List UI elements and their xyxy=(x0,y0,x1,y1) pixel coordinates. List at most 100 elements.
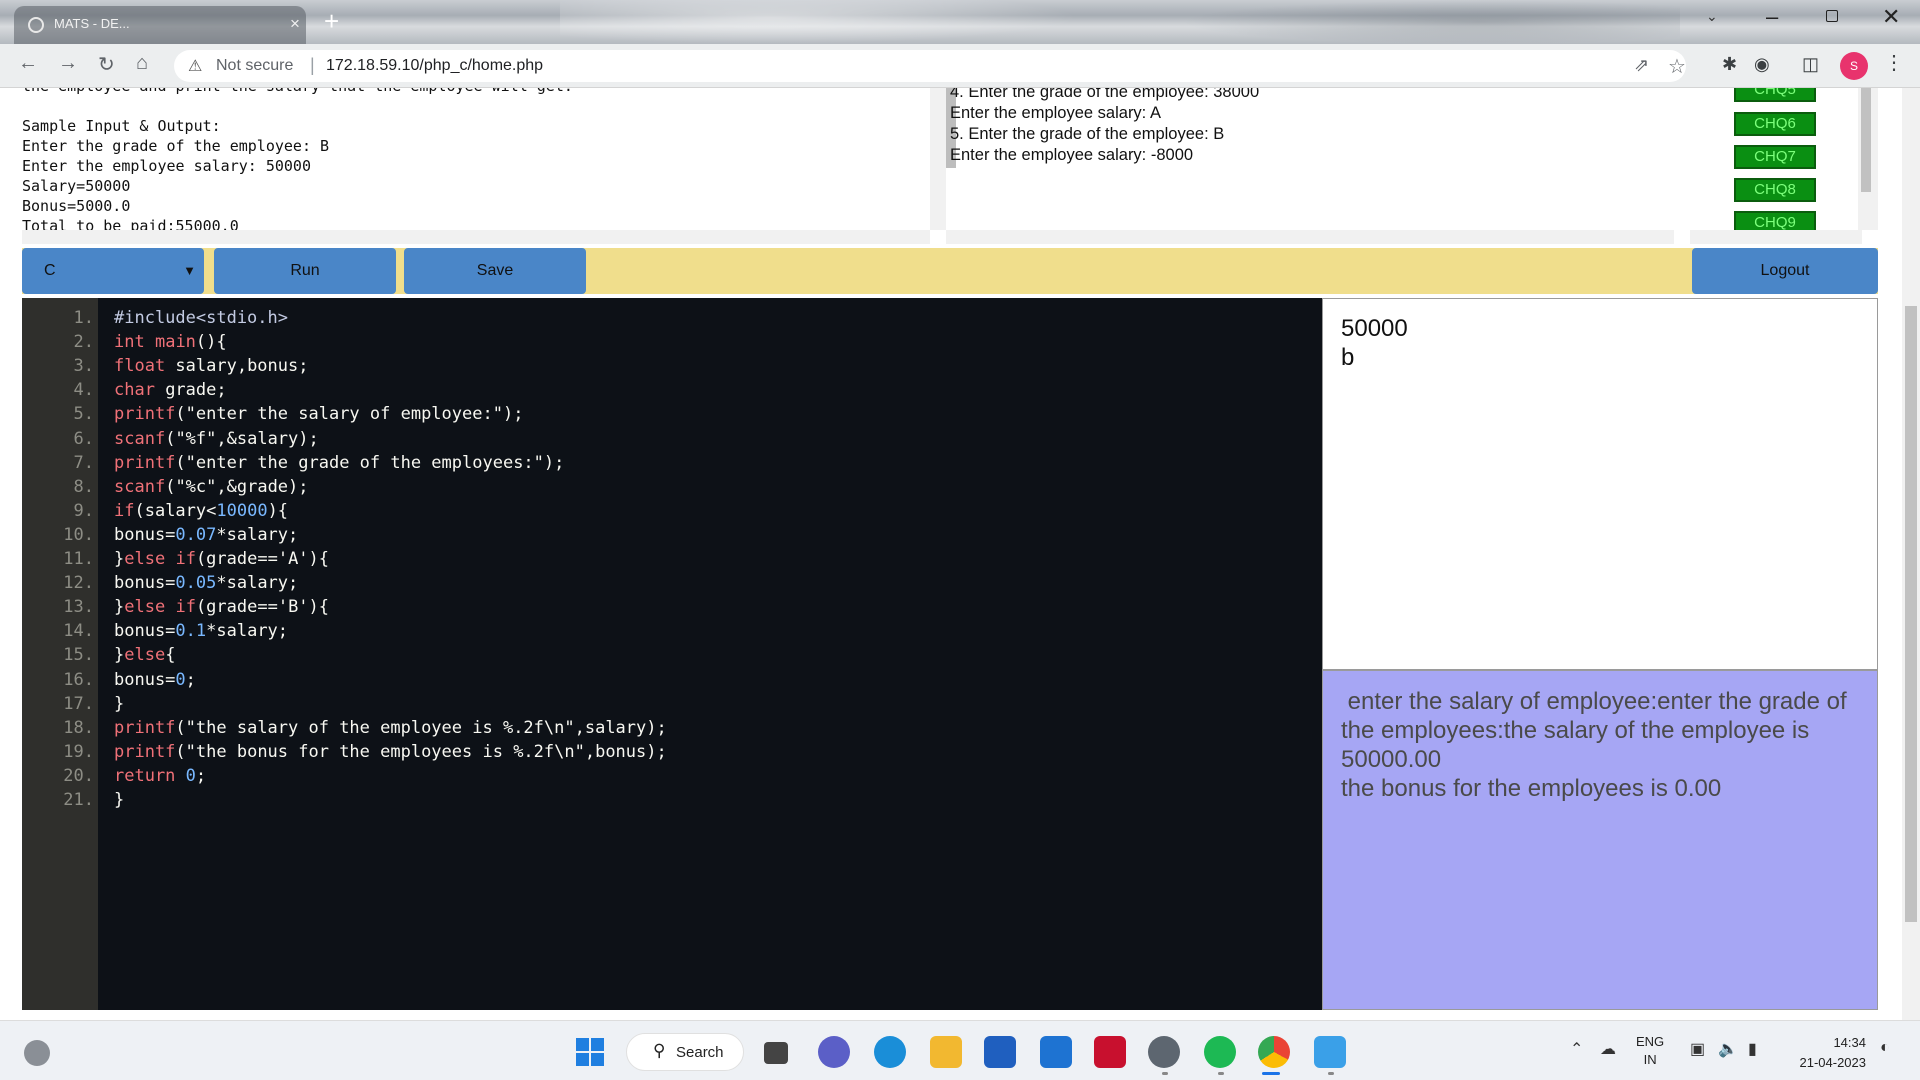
code-line[interactable]: bonus=0; xyxy=(114,670,196,690)
code-line[interactable]: bonus=0.05*salary; xyxy=(114,573,298,593)
question-list-scroll-thumb[interactable] xyxy=(1861,88,1871,192)
language-select[interactable]: C ▼ xyxy=(22,248,204,294)
star-icon[interactable]: ☆ xyxy=(1668,54,1686,79)
testcase-text: 4. Enter the grade of the employee: 3800… xyxy=(950,88,1259,166)
code-line[interactable]: bonus=0.07*salary; xyxy=(114,525,298,545)
photos-icon[interactable] xyxy=(1314,1036,1346,1068)
run-button[interactable]: Run xyxy=(214,248,396,294)
start-icon[interactable] xyxy=(576,1038,604,1066)
code-line[interactable]: return 0; xyxy=(114,766,206,786)
language-select-value: C xyxy=(44,262,56,279)
url-text[interactable]: 172.18.59.10/php_c/home.php xyxy=(326,57,543,75)
back-icon[interactable]: ← xyxy=(18,52,38,75)
line-number: 19. xyxy=(63,741,94,762)
question-horizontal-scrollbar[interactable] xyxy=(22,230,930,244)
menu-icon[interactable]: ⋮ xyxy=(1884,50,1904,75)
browser-tab[interactable]: MATS - DE... × xyxy=(14,6,306,44)
stdin-input-pane[interactable]: 50000 b xyxy=(1322,298,1878,670)
share-icon[interactable]: ⇗ xyxy=(1634,55,1649,76)
question-pane[interactable]: the employee and print the salary that t… xyxy=(0,88,946,258)
volume-muted-icon[interactable]: 🔈 xyxy=(1718,1039,1738,1059)
language-code: ENG xyxy=(1636,1034,1665,1049)
tab-title: MATS - DE... xyxy=(54,16,130,31)
page-content: the employee and print the salary that t… xyxy=(0,88,1920,1020)
question-button-chq6[interactable]: CHQ6 xyxy=(1734,112,1816,136)
edge-icon[interactable] xyxy=(874,1036,906,1068)
warning-icon[interactable]: ⚠ xyxy=(188,56,202,76)
sidebar-icon[interactable]: ◫ xyxy=(1802,54,1819,75)
code-line[interactable]: bonus=0.1*salary; xyxy=(114,621,288,641)
spotify-icon[interactable] xyxy=(1204,1036,1236,1068)
line-number: 7. xyxy=(73,452,94,473)
restore-icon[interactable] xyxy=(1826,10,1838,22)
windows-taskbar: ⚲ Search ⌃ ☁ ENG IN ▣ 🔈 ▮ 14:34 21-04-20… xyxy=(0,1020,1920,1080)
code-line[interactable]: printf("the bonus for the employees is %… xyxy=(114,742,667,762)
testcase-pane[interactable]: 4. Enter the grade of the employee: 3800… xyxy=(946,88,1674,258)
question-button-chq7[interactable]: CHQ7 xyxy=(1734,145,1816,169)
language-indicator[interactable]: ENG IN xyxy=(1636,1033,1664,1069)
code-editor[interactable]: 1. 2. 3. 4. 5. 6. 7. 8. 9. 10. 11. 12. 13. 14. 15. 16. 1… xyxy=(22,298,1322,1010)
new-tab-icon[interactable]: + xyxy=(324,6,339,37)
mcafee-icon[interactable] xyxy=(1094,1036,1126,1068)
store-icon[interactable] xyxy=(984,1036,1016,1068)
forward-icon[interactable]: → xyxy=(58,52,78,75)
extensions-icon[interactable]: ✱ xyxy=(1722,54,1737,75)
file-explorer-icon[interactable] xyxy=(930,1036,962,1068)
task-view-icon[interactable] xyxy=(764,1042,788,1064)
code-line[interactable]: scanf("%c",&grade); xyxy=(114,477,309,497)
question-vertical-scrollbar[interactable] xyxy=(930,88,946,230)
code-line[interactable]: float salary,bonus; xyxy=(114,356,308,376)
notification-icon[interactable]: ◐ xyxy=(1880,1039,1890,1057)
minimize-icon[interactable]: – xyxy=(1766,4,1778,30)
code-line[interactable]: }else{ xyxy=(114,645,175,665)
code-line[interactable]: printf("enter the salary of employee:"); xyxy=(114,404,523,424)
page-scroll-thumb[interactable] xyxy=(1905,306,1917,922)
testcase-horizontal-scrollbar[interactable] xyxy=(946,230,1674,244)
mail-icon[interactable] xyxy=(1040,1036,1072,1068)
save-button[interactable]: Save xyxy=(404,248,586,294)
page-vertical-scrollbar[interactable] xyxy=(1902,88,1920,1020)
code-line[interactable]: printf("enter the grade of the employees… xyxy=(114,453,564,473)
input-line: 50000 xyxy=(1341,315,1408,342)
line-number: 16. xyxy=(63,669,94,690)
question-list-horizontal-scrollbar[interactable] xyxy=(1690,230,1862,244)
question-button-chq5[interactable]: CHQ5 xyxy=(1734,88,1816,102)
chevron-up-icon[interactable]: ⌃ xyxy=(1570,1039,1583,1059)
code-line[interactable]: }else if(grade=='A'){ xyxy=(114,549,329,569)
code-line[interactable]: int main(){ xyxy=(114,332,227,352)
line-number: 9. xyxy=(73,500,94,521)
region-code: IN xyxy=(1643,1052,1657,1067)
network-icon[interactable]: ▣ xyxy=(1690,1039,1705,1059)
profile-avatar[interactable]: S xyxy=(1840,52,1868,80)
code-line[interactable]: printf("the salary of the employee is %.… xyxy=(114,718,667,738)
chrome-icon[interactable] xyxy=(1258,1036,1290,1068)
security-label[interactable]: Not secure xyxy=(216,57,293,75)
tab-search-chevron-icon[interactable]: ⌄ xyxy=(1706,8,1718,25)
code-line[interactable]: } xyxy=(114,790,124,810)
taskbar-search[interactable]: ⚲ Search xyxy=(626,1033,744,1071)
question-list-vertical-scrollbar[interactable] xyxy=(1858,88,1878,230)
tab-close-icon[interactable]: × xyxy=(290,14,300,34)
settings-icon[interactable] xyxy=(1148,1036,1180,1068)
code-line[interactable]: }else if(grade=='B'){ xyxy=(114,597,329,617)
system-clock[interactable]: 14:34 21-04-2023 xyxy=(1786,1033,1867,1073)
line-number: 3. xyxy=(73,356,94,377)
line-number: 14. xyxy=(63,621,94,642)
extension-shield-icon[interactable]: ◉ xyxy=(1754,54,1770,75)
url-omnibox[interactable]: ⚠ Not secure | 172.18.59.10/php_c/home.p… xyxy=(174,50,1686,82)
home-icon[interactable]: ⌂ xyxy=(136,52,148,75)
code-line[interactable]: scanf("%f",&salary); xyxy=(114,429,319,449)
teams-icon[interactable] xyxy=(818,1036,850,1068)
widgets-icon[interactable] xyxy=(24,1040,50,1066)
code-line[interactable]: if(salary<10000){ xyxy=(114,501,288,521)
battery-icon[interactable]: ▮ xyxy=(1748,1039,1757,1059)
close-window-icon[interactable]: ✕ xyxy=(1882,4,1900,30)
code-line[interactable]: } xyxy=(114,694,124,714)
reload-icon[interactable]: ↻ xyxy=(98,52,115,77)
input-line: b xyxy=(1341,344,1355,371)
question-button-chq8[interactable]: CHQ8 xyxy=(1734,178,1816,202)
code-line[interactable]: char grade; xyxy=(114,380,227,400)
logout-button[interactable]: Logout xyxy=(1692,248,1878,294)
onedrive-icon[interactable]: ☁ xyxy=(1600,1039,1616,1059)
code-line[interactable]: #include<stdio.h> xyxy=(114,308,288,328)
